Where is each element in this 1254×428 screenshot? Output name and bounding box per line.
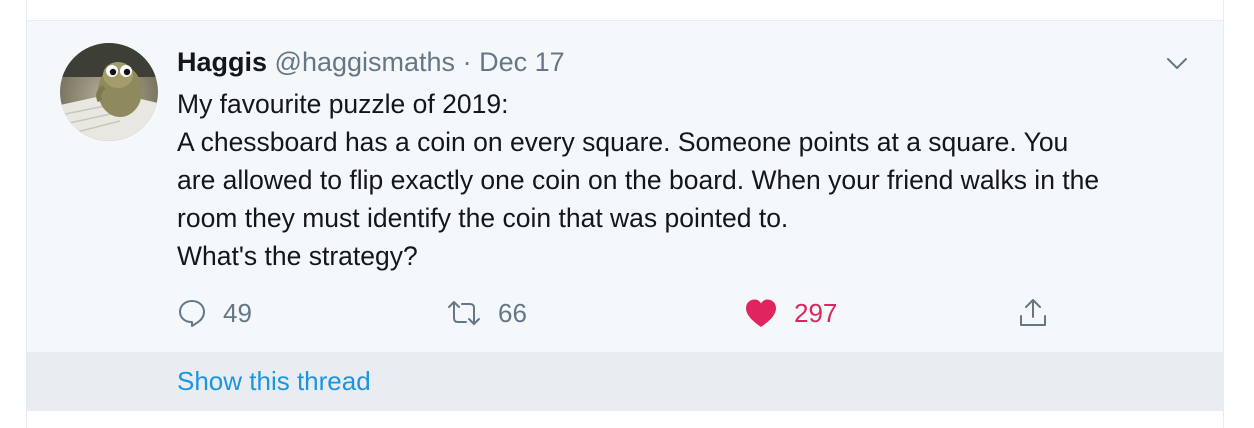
tweet-text-line: A chessboard has a coin on every square.…	[177, 127, 1069, 157]
retweet-icon	[448, 301, 480, 325]
chevron-down-icon[interactable]	[1165, 51, 1189, 75]
show-thread-row[interactable]: Show this thread	[27, 352, 1223, 410]
reply-button[interactable]: 49	[177, 293, 252, 333]
separator: ·	[462, 47, 472, 77]
tweet-text-line: My favourite puzzle of 2019:	[177, 89, 509, 119]
author-handle[interactable]: @haggismaths	[275, 47, 456, 77]
share-icon	[1020, 299, 1046, 326]
reply-icon	[179, 300, 205, 327]
share-button[interactable]	[1017, 293, 1049, 333]
show-thread-link[interactable]: Show this thread	[177, 365, 371, 397]
timeline-column: Haggis @haggismaths · Dec 17 My favourit…	[26, 0, 1224, 428]
tweet-header: Haggis @haggismaths · Dec 17	[177, 45, 565, 79]
tweet-text-line: are allowed to flip exactly one coin on …	[177, 165, 1100, 195]
tweet-date[interactable]: Dec 17	[479, 47, 565, 77]
retweet-count: 66	[498, 297, 527, 328]
divider	[27, 410, 1223, 411]
author-name[interactable]: Haggis	[177, 47, 267, 77]
tweet[interactable]: Haggis @haggismaths · Dec 17 My favourit…	[27, 21, 1223, 352]
tweet-text-line: room they must identify the coin that wa…	[177, 203, 789, 233]
tweet-actions: 49 66 297	[177, 293, 1077, 333]
like-count: 297	[794, 297, 838, 328]
avatar[interactable]	[60, 43, 158, 141]
reply-count: 49	[223, 297, 252, 328]
tweet-text-line: What's the strategy?	[177, 241, 418, 271]
retweet-button[interactable]: 66	[446, 293, 527, 333]
heart-icon	[746, 299, 776, 327]
tweet-text: My favourite puzzle of 2019: A chessboar…	[177, 85, 1197, 275]
like-button[interactable]: 297	[744, 293, 837, 333]
avatar-image	[60, 43, 158, 141]
